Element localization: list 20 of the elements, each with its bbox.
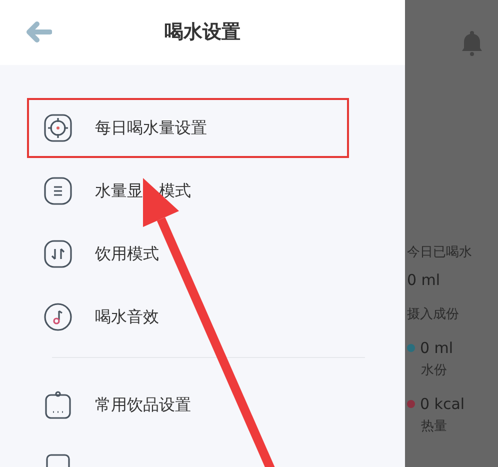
page-title: 喝水设置 xyxy=(164,20,240,46)
intake-name: 水份 xyxy=(421,362,448,380)
menu-item[interactable]: 常用饮品设置 xyxy=(27,375,349,435)
music-note-icon xyxy=(44,303,72,331)
back-arrow-icon[interactable] xyxy=(26,21,52,43)
swap-arrows-icon xyxy=(44,240,72,268)
bell-icon[interactable] xyxy=(461,30,483,56)
list-icon xyxy=(44,177,72,205)
menu-item[interactable]: 每日喝水量设置 xyxy=(27,98,349,158)
intake-label: 摄入成份 xyxy=(407,306,460,324)
menu-item[interactable]: 饮用模式 xyxy=(27,224,349,284)
intake-value: 0 kcal xyxy=(420,394,465,414)
bottle-icon xyxy=(44,391,72,419)
menu-item[interactable]: 喝水音效 xyxy=(27,287,349,347)
intake-name: 热量 xyxy=(421,418,448,436)
menu-item[interactable]: 水量显 模式 xyxy=(27,161,349,221)
today-label: 今日已喝水 xyxy=(407,244,473,262)
target-icon xyxy=(44,114,72,142)
intake-value: 0 ml xyxy=(420,338,454,358)
today-value: 0 ml xyxy=(407,270,442,290)
